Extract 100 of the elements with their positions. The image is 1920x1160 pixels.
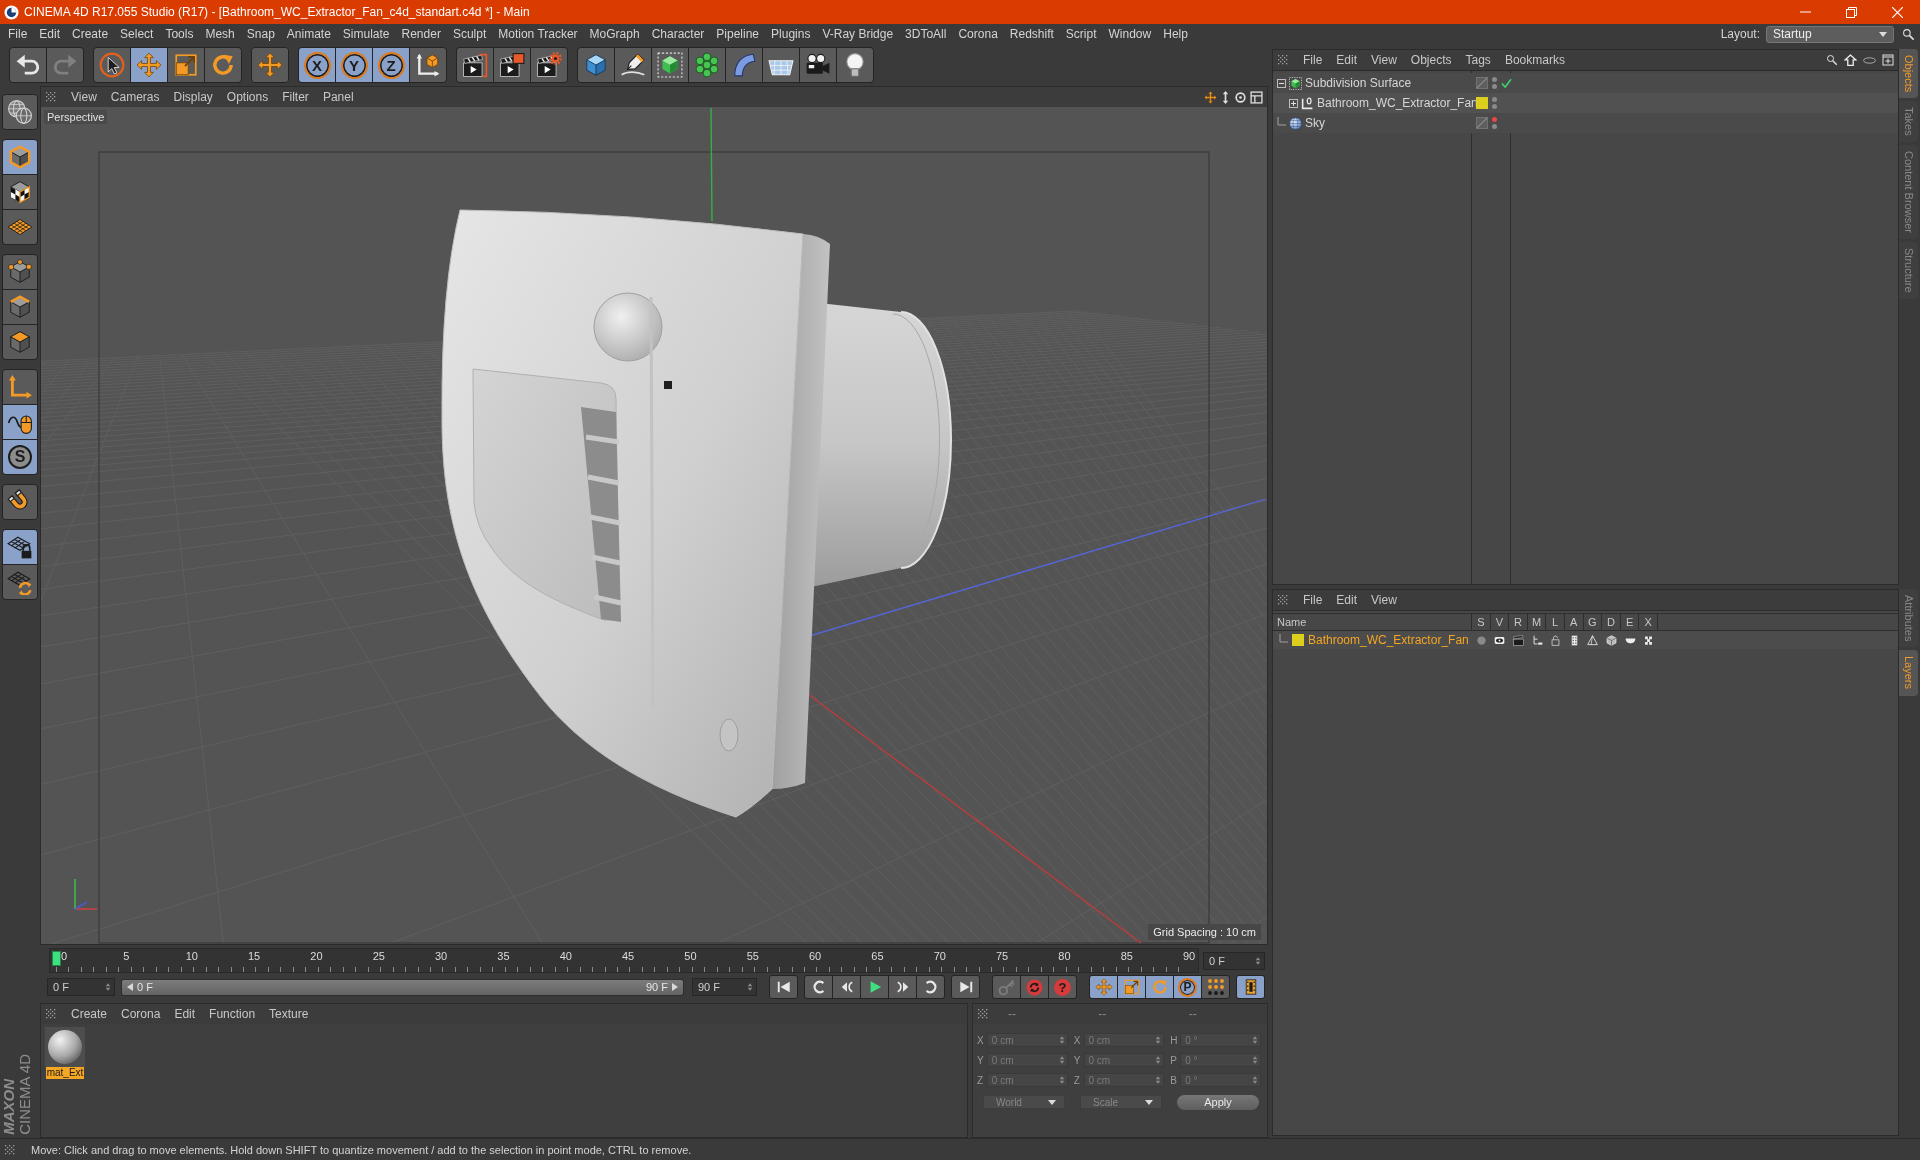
menu-item[interactable]: Options xyxy=(219,87,276,107)
render-visibility-dot-icon[interactable] xyxy=(1492,84,1497,89)
column-header[interactable]: M xyxy=(1527,614,1547,630)
layout-dropdown[interactable]: Startup xyxy=(1766,25,1894,43)
menu-item[interactable]: View xyxy=(1364,50,1404,70)
point-level-button[interactable] xyxy=(1202,976,1229,998)
points-mode-button[interactable] xyxy=(3,255,37,289)
menu-item[interactable]: View xyxy=(64,87,104,107)
workplane-button[interactable] xyxy=(3,565,37,599)
play-button[interactable] xyxy=(861,976,888,998)
render-view-button[interactable] xyxy=(457,48,493,82)
menu-item[interactable]: Panel xyxy=(315,87,361,107)
menu-item[interactable]: Character xyxy=(645,24,711,44)
edges-mode-button[interactable] xyxy=(3,290,37,324)
menu-item[interactable]: Mesh xyxy=(199,24,241,44)
model-mode-button[interactable] xyxy=(3,140,37,174)
menu-item[interactable]: Corona xyxy=(114,1004,168,1024)
side-tab[interactable]: Layers xyxy=(1899,650,1918,696)
side-tab[interactable]: Objects xyxy=(1899,49,1918,99)
menu-item[interactable]: Help xyxy=(1157,24,1194,44)
layer-color-icon[interactable] xyxy=(1292,634,1304,646)
parameter-key-button[interactable]: P xyxy=(1174,976,1201,998)
menu-item[interactable]: Texture xyxy=(262,1004,316,1024)
layer-color-icon[interactable] xyxy=(1476,97,1488,109)
menu-item[interactable]: Script xyxy=(1059,24,1103,44)
axis-lock-button[interactable]: X xyxy=(299,48,335,82)
previous-key-button[interactable] xyxy=(805,976,832,998)
menu-item[interactable]: Window xyxy=(1102,24,1158,44)
material-name[interactable]: mat_Ext xyxy=(45,1067,85,1079)
rotate-tool-button[interactable] xyxy=(205,48,241,82)
column-header[interactable]: R xyxy=(1509,614,1528,630)
start-frame-field[interactable]: 0 F xyxy=(47,978,115,996)
transform-tool-button[interactable] xyxy=(252,48,288,82)
end-frame-field[interactable]: 90 F xyxy=(692,978,757,996)
menu-item[interactable]: Animate xyxy=(280,24,337,44)
workplane-mode-button[interactable] xyxy=(3,210,37,244)
menu-item[interactable]: Pipeline xyxy=(710,24,766,44)
go-to-start-button[interactable] xyxy=(770,976,797,998)
select-tool-button[interactable] xyxy=(94,48,130,82)
menu-item[interactable]: Render xyxy=(395,24,447,44)
go-to-end-button[interactable] xyxy=(952,976,979,998)
menu-item[interactable]: View xyxy=(1364,590,1404,610)
column-header[interactable]: L xyxy=(1546,614,1565,630)
pen-button[interactable] xyxy=(615,48,651,82)
menu-item[interactable]: Snap xyxy=(240,24,281,44)
light-button[interactable] xyxy=(837,48,873,82)
next-frame-button[interactable] xyxy=(889,976,916,998)
subdivision-button[interactable] xyxy=(652,48,688,82)
menu-item[interactable]: Create xyxy=(64,1004,115,1024)
menu-item[interactable]: Corona xyxy=(952,24,1004,44)
editor-visibility-dot-icon[interactable] xyxy=(1492,97,1497,102)
scale-tool-button[interactable] xyxy=(168,48,204,82)
column-header[interactable]: S xyxy=(1472,614,1491,630)
column-header[interactable]: A xyxy=(1564,614,1584,630)
menu-item[interactable]: MoGraph xyxy=(583,24,646,44)
next-key-button[interactable] xyxy=(917,976,944,998)
cube-button[interactable] xyxy=(578,48,614,82)
snap-button[interactable]: S xyxy=(3,440,37,474)
menu-item[interactable]: Plugins xyxy=(765,24,817,44)
render-settings-button[interactable] xyxy=(531,48,567,82)
menu-item[interactable]: Objects xyxy=(1403,50,1459,70)
move-tool-button[interactable] xyxy=(131,48,167,82)
cloner-button[interactable] xyxy=(689,48,725,82)
menu-item[interactable]: File xyxy=(1296,50,1330,70)
menu-item[interactable]: File xyxy=(1296,590,1330,610)
bend-button[interactable] xyxy=(726,48,762,82)
previous-frame-button[interactable] xyxy=(833,976,860,998)
menu-item[interactable]: Tools xyxy=(159,24,200,44)
menu-item[interactable]: Redshift xyxy=(1003,24,1060,44)
scale-key-button[interactable] xyxy=(1118,976,1145,998)
menu-item[interactable]: Bookmarks xyxy=(1497,50,1572,70)
autokey-button[interactable] xyxy=(1021,976,1048,998)
menu-item[interactable]: Simulate xyxy=(336,24,396,44)
render-button[interactable] xyxy=(494,48,530,82)
tweak-mode-button[interactable] xyxy=(3,405,37,439)
floor-button[interactable] xyxy=(763,48,799,82)
column-header[interactable]: Name xyxy=(1273,614,1472,630)
menu-item[interactable]: File xyxy=(2,24,34,44)
keyframe-selection-button[interactable]: ? xyxy=(1049,976,1076,998)
timeline-button[interactable] xyxy=(1237,976,1264,998)
column-header[interactable]: E xyxy=(1620,614,1640,630)
expand-box-icon[interactable] xyxy=(1289,98,1298,108)
menu-item[interactable]: 3DToAll xyxy=(899,24,953,44)
column-header[interactable]: V xyxy=(1490,614,1510,630)
column-header[interactable]: D xyxy=(1602,614,1621,630)
render-visibility-dot-icon[interactable] xyxy=(1492,104,1497,109)
column-header[interactable]: G xyxy=(1583,614,1603,630)
axis-lock-button[interactable]: Z xyxy=(373,48,409,82)
polygons-mode-button[interactable] xyxy=(3,325,37,359)
menu-item[interactable]: Edit xyxy=(1329,50,1365,70)
menu-item[interactable]: Edit xyxy=(33,24,67,44)
coordinate-system-button[interactable] xyxy=(410,48,446,82)
current-frame-field[interactable]: 0 F xyxy=(1203,951,1265,970)
menu-item[interactable]: Display xyxy=(166,87,220,107)
render-visibility-dot-icon[interactable] xyxy=(1492,124,1497,129)
menu-item[interactable]: Edit xyxy=(167,1004,203,1024)
texture-mode-button[interactable] xyxy=(3,175,37,209)
timeline-ruler[interactable]: 0 5 10 15 20 25 30 35 40 45 50 55 60 65 70 75 80 85 90 xyxy=(49,948,1199,973)
editor-visibility-dot-icon[interactable] xyxy=(1492,77,1497,82)
menu-item[interactable]: Tags xyxy=(1458,50,1498,70)
